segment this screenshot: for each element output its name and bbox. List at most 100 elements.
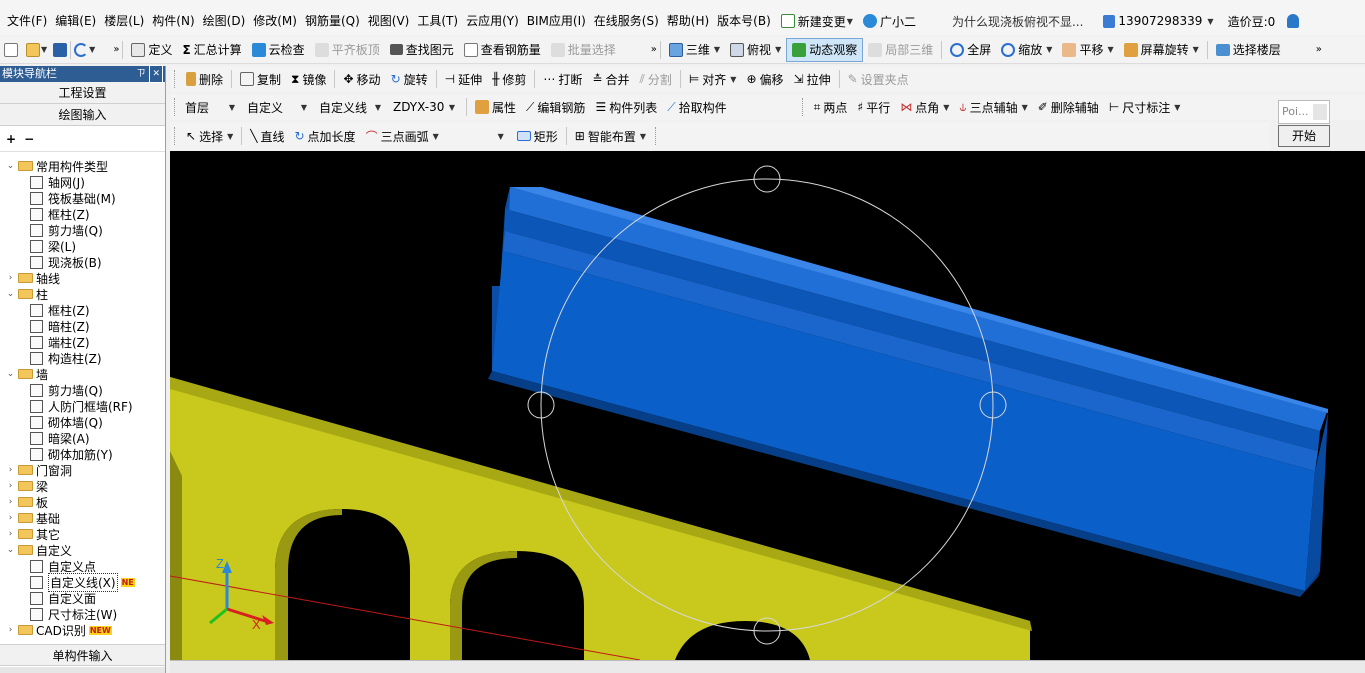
- tree-folder[interactable]: ⌄ 常用构件类型: [6, 158, 108, 174]
- chevron-down-icon[interactable]: ▼: [89, 45, 95, 54]
- break-button[interactable]: ⋯ 打断: [538, 67, 587, 91]
- tree-folder[interactable]: ⌄ 墙: [6, 366, 48, 382]
- set-grip-button[interactable]: ✎ 设置夹点: [843, 67, 914, 91]
- define-button[interactable]: 定义: [126, 38, 177, 62]
- collapse-all-icon[interactable]: −: [24, 132, 34, 146]
- parallel-button[interactable]: ♯ 平行: [852, 95, 895, 119]
- save-icon[interactable]: [53, 42, 68, 57]
- tree-item[interactable]: 框柱(Z): [30, 302, 90, 318]
- select-button[interactable]: ↖ 选择 ▼: [181, 124, 238, 148]
- floating-input[interactable]: Poi...: [1278, 100, 1330, 124]
- tree-item[interactable]: 砌体墙(Q): [30, 414, 103, 430]
- flush-slab-button[interactable]: 平齐板顶: [310, 38, 385, 62]
- overflow-icon[interactable]: »: [113, 44, 119, 55]
- tree-item[interactable]: 剪力墙(Q): [30, 382, 103, 398]
- menu-item[interactable]: 版本号(B): [713, 7, 775, 35]
- tree-folder[interactable]: › CAD识别 NEW: [6, 622, 112, 638]
- menu-item[interactable]: 云应用(Y): [462, 7, 523, 35]
- chevron-right-icon[interactable]: ›: [6, 529, 15, 539]
- overflow-icon[interactable]: »: [1316, 44, 1322, 55]
- assistant-button[interactable]: 广小二: [862, 13, 916, 30]
- tree-folder[interactable]: › 梁: [6, 478, 48, 494]
- chevron-right-icon[interactable]: ›: [6, 513, 15, 523]
- rect-button[interactable]: 矩形: [512, 124, 563, 148]
- menu-item[interactable]: 在线服务(S): [590, 7, 663, 35]
- sum-button[interactable]: Σ 汇总计算: [177, 38, 246, 62]
- tree-folder[interactable]: › 板: [6, 494, 48, 510]
- chevron-right-icon[interactable]: ›: [6, 497, 15, 507]
- copy-button[interactable]: 复制: [235, 67, 286, 91]
- trim-button[interactable]: ╫ 修剪: [487, 67, 531, 91]
- tree-item[interactable]: 框柱(Z): [30, 206, 90, 222]
- arc-button[interactable]: ⌒ 三点画弧 ▼: [361, 124, 444, 148]
- menu-item[interactable]: 帮助(H): [663, 7, 713, 35]
- fullscreen-button[interactable]: 全屏: [945, 38, 996, 62]
- offset-button[interactable]: ⊕ 偏移: [741, 67, 788, 91]
- type-select[interactable]: 自定义 ▼: [243, 97, 311, 117]
- chevron-right-icon[interactable]: ›: [6, 273, 15, 283]
- draw-input-button[interactable]: 绘图输入: [0, 104, 165, 126]
- delete-button[interactable]: 删除: [181, 67, 228, 91]
- menu-item[interactable]: 工具(T): [413, 7, 462, 35]
- viewport-canvas[interactable]: Z X: [170, 151, 1365, 660]
- menu-item[interactable]: 楼层(L): [100, 7, 148, 35]
- align-button[interactable]: ⊨ 对齐 ▼: [684, 67, 742, 91]
- dynamic-view-button[interactable]: 动态观察: [786, 37, 864, 62]
- pick-button[interactable]: ⟋ 拾取构件: [662, 95, 731, 119]
- menu-item[interactable]: 编辑(E): [51, 7, 100, 35]
- tree-item[interactable]: 暗柱(Z): [30, 318, 90, 334]
- edit-rebar-button[interactable]: ⟋ 编辑钢筋: [521, 95, 590, 119]
- tree-folder[interactable]: › 门窗洞: [6, 462, 72, 478]
- pin-icon[interactable]: ㄗ: [136, 66, 145, 82]
- smart-layout-button[interactable]: ⊞ 智能布置 ▼: [570, 124, 651, 148]
- tree-item[interactable]: 自定义线(X) NE: [30, 572, 135, 592]
- chevron-down-icon[interactable]: ▼: [41, 45, 47, 54]
- menu-item[interactable]: 修改(M): [249, 7, 301, 35]
- single-input-button[interactable]: 单构件输入: [0, 644, 165, 666]
- mirror-button[interactable]: ⧗ 镜像: [286, 67, 331, 91]
- account-menu[interactable]: 13907298339 ▼: [1103, 14, 1214, 28]
- select-floor-button[interactable]: 选择楼层: [1211, 38, 1286, 62]
- subtype-select[interactable]: 自定义线 ▼: [315, 97, 385, 117]
- overflow-icon[interactable]: »: [651, 44, 657, 55]
- tree-folder[interactable]: ⌄ 自定义: [6, 542, 72, 558]
- arc-option-select[interactable]: ▼: [448, 126, 508, 146]
- tree-item[interactable]: 梁(L): [30, 238, 76, 254]
- tree-item[interactable]: 人防门框墙(RF): [30, 398, 133, 414]
- tree-item[interactable]: 筏板基础(M): [30, 190, 116, 206]
- stretch-button[interactable]: ⇲ 拉伸: [789, 67, 836, 91]
- dimension-button[interactable]: ⊢ 尺寸标注 ▼: [1104, 95, 1186, 119]
- tree-item[interactable]: 轴网(J): [30, 174, 85, 190]
- component-select[interactable]: ZDYX-30 ▼: [389, 97, 459, 117]
- tree-item[interactable]: 构造柱(Z): [30, 350, 102, 366]
- point-length-button[interactable]: ↻ 点加长度: [289, 124, 360, 148]
- tree-folder[interactable]: › 轴线: [6, 270, 60, 286]
- floor-select[interactable]: 首层 ▼: [181, 97, 239, 117]
- extend-button[interactable]: ⊣ 延伸: [440, 67, 487, 91]
- new-change-group[interactable]: 新建变更 ▼: [780, 13, 853, 30]
- rotate-button[interactable]: ↻ 旋转: [386, 67, 433, 91]
- tree-item[interactable]: 自定义面: [30, 590, 96, 606]
- zoom-button[interactable]: 缩放 ▼: [996, 38, 1057, 62]
- tree-folder[interactable]: › 其它: [6, 526, 60, 542]
- property-button[interactable]: 属性: [470, 95, 521, 119]
- close-icon[interactable]: ✕: [149, 65, 163, 83]
- 3d-button[interactable]: 三维 ▼: [664, 38, 725, 62]
- three-axis-button[interactable]: ⫝ 三点辅轴 ▼: [954, 95, 1032, 119]
- tree-item[interactable]: 尺寸标注(W): [30, 606, 117, 622]
- 3d-viewport[interactable]: Z X: [170, 151, 1365, 660]
- top-view-button[interactable]: 俯视 ▼: [725, 38, 786, 62]
- clear-icon[interactable]: [1313, 104, 1327, 120]
- rotate-screen-button[interactable]: 屏幕旋转 ▼: [1119, 38, 1204, 62]
- tree-item[interactable]: 砌体加筋(Y): [30, 446, 113, 462]
- chevron-right-icon[interactable]: ›: [6, 625, 15, 635]
- delete-axis-button[interactable]: ✐ 删除辅轴: [1033, 95, 1104, 119]
- point-angle-button[interactable]: ⋈ 点角 ▼: [895, 95, 954, 119]
- tree-folder[interactable]: › 基础: [6, 510, 60, 526]
- component-list-button[interactable]: ☰ 构件列表: [590, 95, 662, 119]
- project-settings-button[interactable]: 工程设置: [0, 82, 165, 104]
- menu-item[interactable]: BIM应用(I): [523, 7, 590, 35]
- batch-select-button[interactable]: 批量选择: [546, 38, 621, 62]
- two-points-button[interactable]: ⌗ 两点: [809, 95, 853, 119]
- chevron-down-icon[interactable]: ⌄: [6, 161, 15, 171]
